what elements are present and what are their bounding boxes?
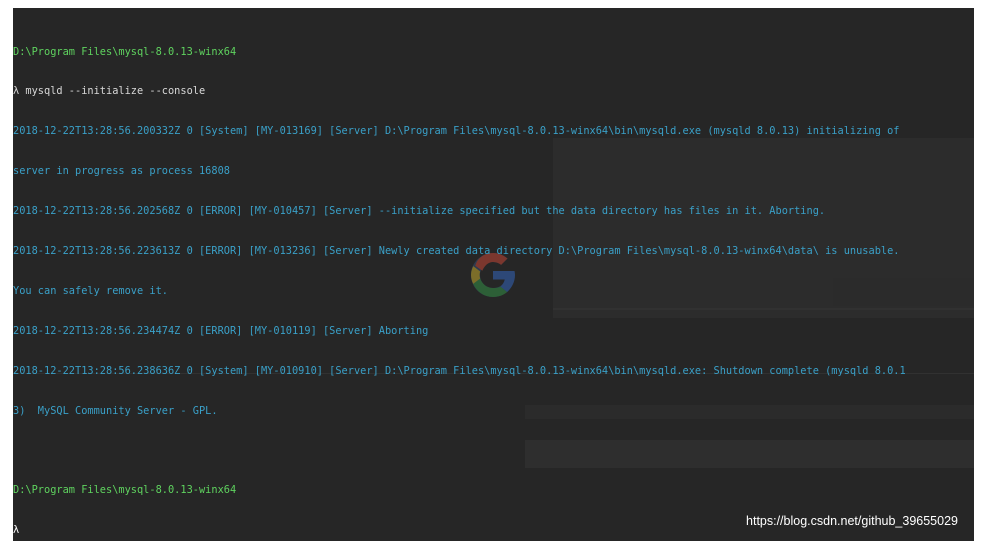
terminal-window[interactable]: D:\Program Files\mysql-8.0.13-winx64 λ m… [13,8,974,541]
terminal-output[interactable]: D:\Program Files\mysql-8.0.13-winx64 λ m… [13,19,974,541]
log-line: 2018-12-22T13:28:56.234474Z 0 [ERROR] [M… [13,324,429,337]
log-line: server in progress as process 16808 [13,165,230,178]
command-line: λ mysqld --initialize --console [13,85,206,98]
log-line: 2018-12-22T13:28:56.223613Z 0 [ERROR] [M… [13,245,900,258]
log-line: You can safely remove it. [13,284,168,297]
watermark-url: https://blog.csdn.net/github_39655029 [746,514,958,528]
log-line: 3) MySQL Community Server - GPL. [13,404,218,417]
prompt-path: D:\Program Files\mysql-8.0.13-winx64 [13,484,237,497]
log-line: 2018-12-22T13:28:56.238636Z 0 [System] [… [13,364,906,377]
log-line: 2018-12-22T13:28:56.200332Z 0 [System] [… [13,125,900,138]
log-line: 2018-12-22T13:28:56.202568Z 0 [ERROR] [M… [13,205,826,218]
prompt-path: D:\Program Files\mysql-8.0.13-winx64 [13,45,237,58]
